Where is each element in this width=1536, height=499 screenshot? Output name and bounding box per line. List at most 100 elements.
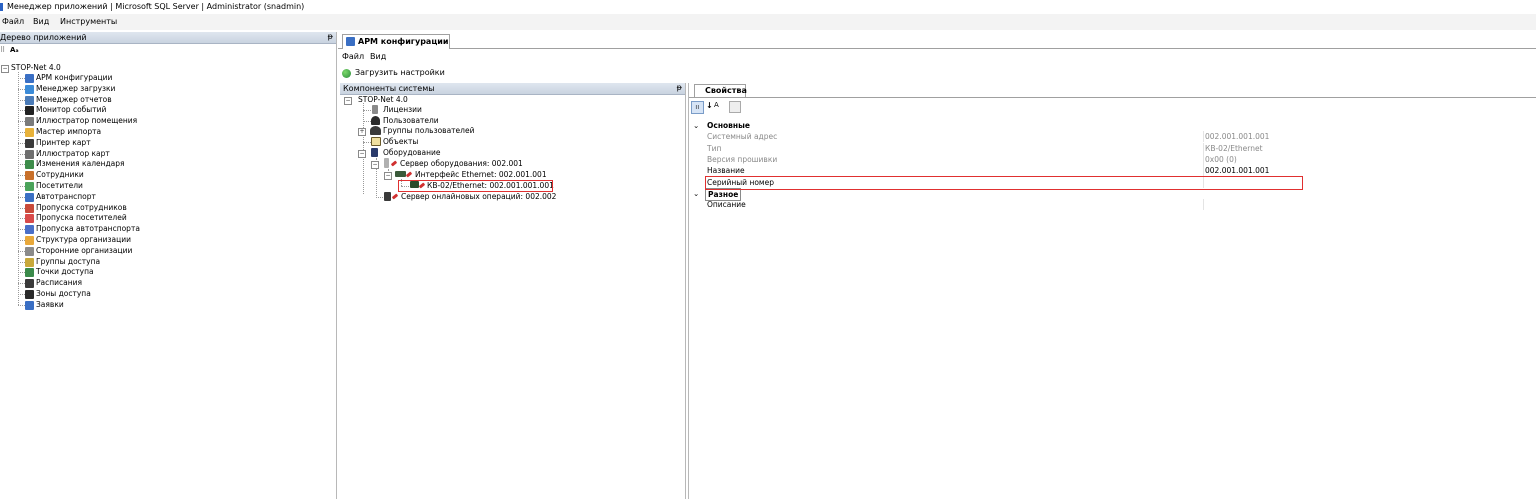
menu-file[interactable]: Файл bbox=[2, 17, 24, 26]
property-name: Системный адрес bbox=[707, 132, 778, 142]
tree-item[interactable]: АРМ конфигурации bbox=[36, 73, 112, 83]
tab-arm-config[interactable]: АРМ конфигурации bbox=[342, 34, 450, 49]
collapse-icon[interactable]: − bbox=[1, 65, 9, 73]
tree-item-online-server[interactable]: Сервер онлайновых операций: 002.002 bbox=[401, 192, 556, 202]
equipment-icon bbox=[371, 148, 378, 157]
property-value[interactable]: 0x00 (0) bbox=[1205, 154, 1237, 165]
tree-item[interactable]: Иллюстратор карт bbox=[36, 149, 110, 159]
app-icon bbox=[25, 203, 34, 213]
tree-connector bbox=[363, 142, 371, 143]
expand-icon[interactable]: + bbox=[358, 128, 366, 136]
chevron-down-icon[interactable]: ⌄ bbox=[693, 188, 699, 199]
collapse-icon[interactable]: − bbox=[384, 172, 392, 180]
tree-connector bbox=[18, 164, 25, 166]
property-name: Версия прошивки bbox=[707, 154, 778, 164]
tree-item[interactable]: Расписания bbox=[36, 278, 82, 288]
components-panel: Компоненты системы ᵽ − STOP-Net 4.0 Лице… bbox=[340, 83, 686, 499]
app-icon bbox=[25, 160, 34, 170]
ethernet-icon bbox=[395, 171, 406, 177]
tree-item-ethernet-interface[interactable]: Интерфейс Ethernet: 002.001.001 bbox=[415, 170, 547, 180]
sort-az-button[interactable]: ↓ bbox=[706, 101, 713, 110]
tree-item-objects[interactable]: Объекты bbox=[383, 137, 418, 147]
app-icon bbox=[25, 214, 34, 224]
house-icon bbox=[371, 137, 381, 146]
pin-icon[interactable]: ᵽ bbox=[677, 83, 682, 92]
grid-icon[interactable]: ⠿ bbox=[0, 46, 5, 54]
tree-connector bbox=[18, 304, 25, 306]
tree-item[interactable]: Зоны доступа bbox=[36, 289, 91, 299]
app-icon bbox=[25, 236, 34, 245]
pencil-icon bbox=[405, 171, 413, 178]
load-icon bbox=[342, 69, 351, 78]
sort-az-icon: A bbox=[714, 101, 719, 109]
pencil-icon bbox=[391, 193, 399, 200]
menu-tools[interactable]: Инструменты bbox=[60, 17, 117, 26]
tree-item[interactable]: Монитор событий bbox=[36, 105, 106, 115]
property-value[interactable]: 002.001.001.001 bbox=[1205, 165, 1269, 176]
tree-item[interactable]: Посетители bbox=[36, 181, 83, 191]
tree-item-equipment-server[interactable]: Сервер оборудования: 002.001 bbox=[400, 159, 523, 169]
tree-connector bbox=[18, 207, 25, 209]
tree-item[interactable]: Принтер карт bbox=[36, 138, 91, 148]
title-bar: Менеджер приложений | Microsoft SQL Serv… bbox=[0, 0, 1536, 14]
config-toolbar: Загрузить настройки bbox=[340, 66, 1536, 81]
collapse-icon[interactable]: − bbox=[371, 161, 379, 169]
app-tree-panel: Дерево приложений ᵽ ⠿ Aₐ − STOP-Net 4.0 … bbox=[0, 32, 337, 499]
pin-icon[interactable]: ᵽ bbox=[328, 32, 333, 41]
column-divider bbox=[1203, 153, 1204, 165]
tree-item[interactable]: Точки доступа bbox=[36, 267, 94, 277]
property-value[interactable]: КВ-02/Ethernet bbox=[1205, 143, 1263, 154]
property-category[interactable]: ⌄ Основные bbox=[689, 120, 1536, 131]
tree-connector bbox=[18, 283, 25, 285]
tab-properties[interactable]: Свойства bbox=[694, 84, 747, 97]
tree-connector bbox=[18, 132, 25, 133]
tree-item-licenses[interactable]: Лицензии bbox=[383, 105, 422, 115]
collapse-icon[interactable]: − bbox=[358, 150, 366, 158]
menu-view[interactable]: Вид bbox=[33, 17, 49, 26]
tree-item[interactable]: Менеджер отчетов bbox=[36, 95, 112, 105]
submenu-file[interactable]: Файл bbox=[342, 52, 364, 61]
grid-toolbar: ⠶ ↓ A bbox=[691, 100, 751, 114]
tree-item[interactable]: Сторонние организации bbox=[36, 246, 132, 256]
tree-item[interactable]: Пропуска посетителей bbox=[36, 213, 127, 223]
tree-connector bbox=[18, 272, 25, 274]
components-root[interactable]: STOP-Net 4.0 bbox=[358, 95, 408, 105]
submenu-view[interactable]: Вид bbox=[370, 52, 386, 61]
font-size-icon[interactable]: Aₐ bbox=[10, 46, 19, 54]
user-group-icon bbox=[370, 126, 381, 135]
app-icon bbox=[25, 138, 34, 148]
tree-item[interactable]: Заявки bbox=[36, 300, 64, 310]
tree-item[interactable]: Структура организации bbox=[36, 235, 131, 245]
tree-item[interactable]: Пропуска сотрудников bbox=[36, 203, 127, 213]
tree-item-users[interactable]: Пользователи bbox=[383, 116, 439, 126]
tree-connector bbox=[18, 88, 25, 90]
tree-item[interactable]: Иллюстратор помещения bbox=[36, 116, 137, 126]
tree-item[interactable]: Мастер импорта bbox=[36, 127, 101, 137]
tree-connector bbox=[363, 110, 371, 111]
chevron-down-icon[interactable]: ⌄ bbox=[693, 120, 699, 131]
tree-connector bbox=[18, 110, 25, 112]
tree-item-user-groups[interactable]: Группы пользователей bbox=[383, 126, 474, 136]
sort-toolbar: ⠿ Aₐ bbox=[0, 45, 20, 55]
categorized-button[interactable]: ⠶ bbox=[691, 101, 704, 114]
components-title: Компоненты системы bbox=[343, 84, 435, 93]
tree-item-equipment[interactable]: Оборудование bbox=[383, 148, 441, 158]
tree-connector bbox=[18, 186, 25, 187]
app-icon bbox=[25, 246, 34, 256]
app-tree-title: Дерево приложений bbox=[0, 33, 87, 42]
components-header: Компоненты системы ᵽ bbox=[340, 83, 685, 95]
tree-connector bbox=[18, 250, 25, 252]
menu-bar: Файл Вид Инструменты bbox=[0, 14, 1536, 30]
tree-item[interactable]: Изменения календаря bbox=[36, 159, 125, 169]
app-icon bbox=[25, 279, 34, 289]
tree-item[interactable]: Менеджер загрузки bbox=[36, 84, 115, 94]
property-value[interactable]: 002.001.001.001 bbox=[1205, 131, 1269, 142]
tree-item[interactable]: Группы доступа bbox=[36, 257, 100, 267]
tree-connector bbox=[18, 175, 25, 177]
app-icon bbox=[25, 74, 34, 83]
property-pages-button[interactable] bbox=[729, 101, 741, 113]
collapse-icon[interactable]: − bbox=[344, 97, 352, 105]
tree-item[interactable]: Сотрудники bbox=[36, 170, 84, 180]
tree-item[interactable]: Автотранспорт bbox=[36, 192, 96, 202]
tree-item[interactable]: Пропуска автотранспорта bbox=[36, 224, 140, 234]
